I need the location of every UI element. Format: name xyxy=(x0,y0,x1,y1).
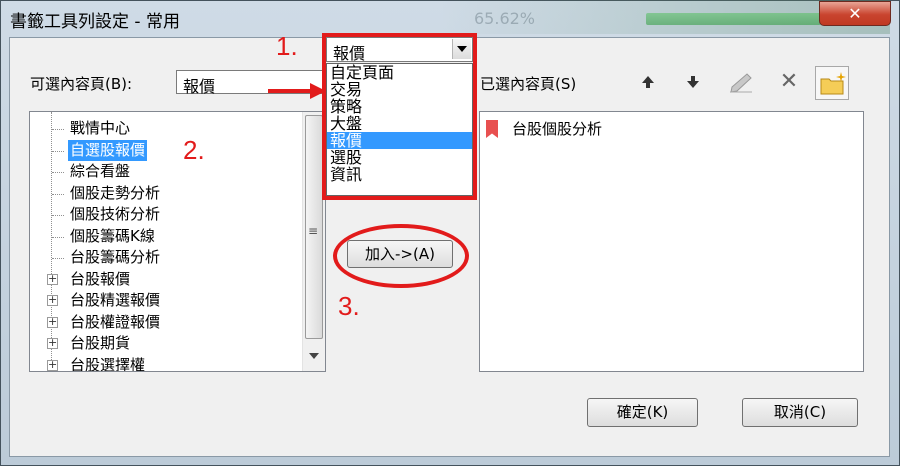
category-combo[interactable]: 報價 xyxy=(326,37,473,63)
tree-item[interactable]: + 台股選擇權 xyxy=(47,355,302,372)
scroll-down-icon[interactable] xyxy=(309,353,319,359)
tree-item-label: 台股權證報價 xyxy=(70,312,161,331)
dropdown-option[interactable]: 交易 xyxy=(327,81,472,98)
available-pages-tree[interactable]: 戰情中心自選股報價 綜合看盤個股走勢分析 個股技術分析 個股籌碼K線 台股籌碼分析 + 台股… xyxy=(29,111,326,372)
annotation-step2: 2. xyxy=(183,135,205,165)
annotation-arrow-icon xyxy=(268,83,326,99)
tree-item[interactable]: + 台股精選報價 xyxy=(47,290,302,312)
tree-item[interactable]: 自選股報價 xyxy=(52,139,302,162)
selected-pages-list[interactable]: 台股個股分析 xyxy=(479,111,864,372)
title-bar[interactable]: 65.62% 書籤工具列設定 - 常用 ✕ xyxy=(0,0,900,36)
tree-connector xyxy=(52,129,64,130)
tree-item[interactable]: + 台股權證報價 xyxy=(47,312,302,334)
chevron-down-icon[interactable] xyxy=(452,39,471,59)
move-down-button[interactable] xyxy=(676,66,710,98)
rename-button[interactable] xyxy=(724,66,758,98)
tree-item[interactable]: 戰情中心 xyxy=(52,118,302,140)
selected-pages-label: 已選內容頁(S) xyxy=(480,75,577,93)
selected-page-item[interactable]: 台股個股分析 xyxy=(486,118,856,140)
available-pages-label: 可選內容頁(B): xyxy=(30,75,133,93)
tree-item-label: 台股期貨 xyxy=(70,334,131,352)
tree-connector xyxy=(52,172,64,173)
selected-page-label: 台股個股分析 xyxy=(512,120,603,138)
tree-item[interactable]: + 台股報價 xyxy=(47,269,302,291)
new-folder-icon xyxy=(820,72,846,95)
dropdown-option[interactable]: 資訊 xyxy=(327,166,472,183)
tree-item[interactable]: 台股籌碼分析 xyxy=(52,247,302,269)
tree-item[interactable]: 綜合看盤 xyxy=(52,161,302,183)
expand-icon[interactable]: + xyxy=(47,294,58,306)
tree-item[interactable]: + 台股期貨 xyxy=(47,333,302,355)
tree-connector xyxy=(52,193,64,195)
category-combo-value: 報價 xyxy=(333,44,366,63)
tree-item-label: 自選股報價 xyxy=(68,139,148,161)
annotation-ellipse-add xyxy=(333,224,469,288)
category-dropdown-list[interactable]: 自定頁面 交易 策略 大盤 報價 選股 資訊 xyxy=(326,63,473,196)
tree-item-label: 戰情中心 xyxy=(70,119,131,137)
cancel-button[interactable]: 取消(C) xyxy=(742,398,858,427)
close-icon: ✕ xyxy=(848,4,862,23)
background-progress-bar xyxy=(646,13,821,25)
dropdown-option[interactable]: 自定頁面 xyxy=(327,64,472,81)
tree-connector xyxy=(52,258,64,259)
expand-icon[interactable]: + xyxy=(47,359,58,371)
close-button[interactable]: ✕ xyxy=(819,1,891,26)
tree-connector xyxy=(52,215,64,216)
bookmark-icon xyxy=(486,120,498,138)
background-app-text: 65.62% xyxy=(474,9,536,28)
tree-connector xyxy=(52,150,64,152)
ok-button[interactable]: 確定(K) xyxy=(587,398,698,427)
down-arrow-icon xyxy=(687,76,699,88)
up-arrow-icon xyxy=(642,76,654,88)
new-folder-button[interactable] xyxy=(815,66,849,100)
dropdown-option[interactable]: 大盤 xyxy=(327,115,472,132)
expand-icon[interactable]: + xyxy=(47,273,58,285)
tree-item-label: 個股籌碼K線 xyxy=(70,226,155,245)
dropdown-option[interactable]: 策略 xyxy=(327,98,472,115)
tree-connector xyxy=(52,236,64,238)
tree-item[interactable]: 個股技術分析 xyxy=(52,204,302,226)
scrollbar-grip-icon: ≡ xyxy=(308,224,319,238)
annotation-step1: 1. xyxy=(276,31,298,61)
expand-icon[interactable]: + xyxy=(47,316,58,328)
annotation-step3: 3. xyxy=(338,291,360,321)
window-title: 書籤工具列設定 - 常用 xyxy=(10,12,180,32)
move-up-button[interactable] xyxy=(631,66,665,98)
tree-item-label: 個股技術分析 xyxy=(70,205,161,223)
available-pages-combo-value: 報價 xyxy=(183,77,216,96)
rename-icon xyxy=(730,73,752,93)
selected-pages-items: 台股個股分析 xyxy=(486,118,856,140)
delete-button[interactable]: ✕ xyxy=(772,66,806,98)
expand-icon[interactable]: + xyxy=(47,337,58,349)
dropdown-option[interactable]: 報價 xyxy=(327,132,472,149)
tree-item-label: 個股走勢分析 xyxy=(70,183,161,202)
tree-item[interactable]: 個股籌碼K線 xyxy=(52,226,302,248)
tree-item-label: 台股選擇權 xyxy=(70,355,146,372)
tree-item-label: 台股精選報價 xyxy=(70,291,161,309)
tree-item-label: 綜合看盤 xyxy=(70,162,131,180)
delete-icon: ✕ xyxy=(779,69,799,94)
tree-item[interactable]: 個股走勢分析 xyxy=(52,183,302,205)
dropdown-option[interactable]: 選股 xyxy=(327,149,472,166)
tree-item-label: 台股籌碼分析 xyxy=(70,248,161,266)
tree-item-label: 台股報價 xyxy=(70,269,131,288)
